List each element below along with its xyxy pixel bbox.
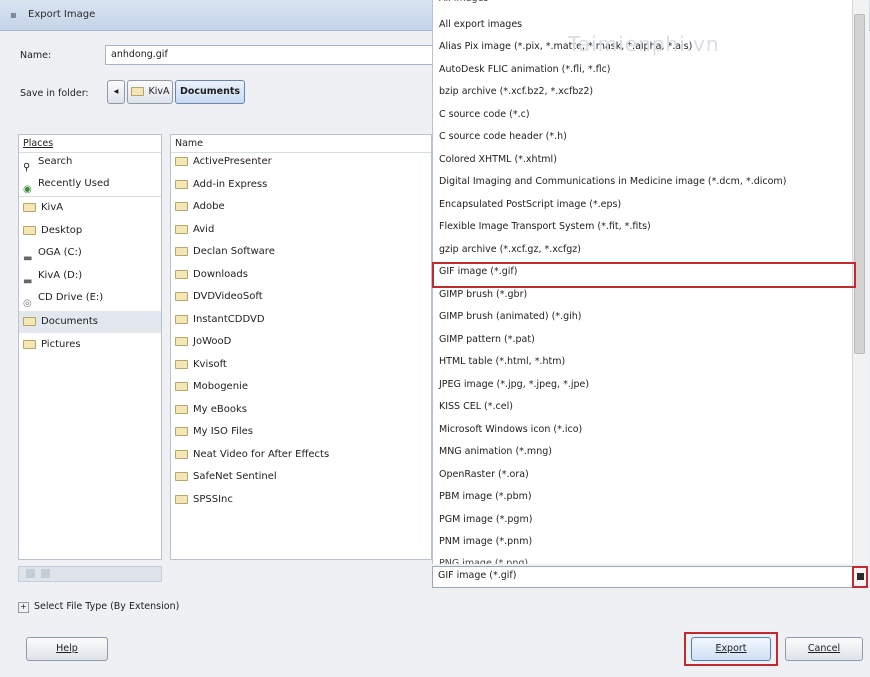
file-row[interactable]: My eBooks	[175, 399, 247, 421]
filetype-item[interactable]: Microsoft Windows icon (*.ico)	[439, 419, 582, 441]
place-item-desktop[interactable]: Desktop	[23, 220, 82, 242]
filetype-item[interactable]: GIMP pattern (*.pat)	[439, 329, 535, 351]
filetype-item-partial[interactable]: All images	[439, 0, 488, 10]
window-title: Export Image	[28, 9, 96, 20]
filetype-item[interactable]: PGM image (*.pgm)	[439, 509, 532, 531]
file-row[interactable]: ActivePresenter	[175, 151, 272, 173]
add-bookmark-icon[interactable]	[26, 569, 35, 578]
breadcrumb-back-button[interactable]: ◂	[107, 80, 125, 104]
file-row[interactable]: Mobogenie	[175, 376, 248, 398]
filetype-item[interactable]: OpenRaster (*.ora)	[439, 464, 529, 486]
folder-icon	[175, 494, 188, 504]
bookmark-toolbar	[18, 566, 162, 582]
places-panel: Places ⚲ Search ◉ Recently Used KivA Deskt…	[18, 134, 162, 560]
drive-icon: ▬	[23, 252, 33, 264]
help-button[interactable]: Help	[26, 637, 108, 661]
drive-icon: ▬	[23, 275, 33, 287]
dropdown-scroll-thumb[interactable]	[854, 14, 865, 354]
file-row[interactable]: SPSSInc	[175, 489, 233, 511]
folder-icon	[175, 224, 188, 234]
file-row[interactable]: InstantCDDVD	[175, 309, 265, 331]
files-panel: Name ActivePresenter Add-in Express Adob…	[170, 134, 432, 560]
breadcrumb-kiva[interactable]: KivA	[127, 80, 173, 104]
clock-icon: ◉	[23, 183, 32, 195]
filename-input[interactable]: anhdong.gif	[105, 45, 435, 65]
name-label: Name:	[20, 50, 52, 61]
file-row[interactable]: JoWooD	[175, 331, 231, 353]
remove-bookmark-icon[interactable]	[41, 569, 50, 578]
folder-icon	[175, 449, 188, 459]
folder-icon	[175, 404, 188, 414]
file-row[interactable]: SafeNet Sentinel	[175, 466, 277, 488]
folder-icon	[175, 381, 188, 391]
file-row[interactable]: Add-in Express	[175, 174, 267, 196]
combobox-toggle-button[interactable]	[852, 566, 868, 588]
folder-icon	[23, 339, 36, 349]
place-item-pictures[interactable]: Pictures	[23, 334, 81, 356]
filetype-item[interactable]: C source code (*.c)	[439, 104, 530, 126]
file-row[interactable]: DVDVideoSoft	[175, 286, 263, 308]
place-item-documents[interactable]: Documents	[19, 311, 161, 333]
place-item-kiva[interactable]: KivA	[23, 197, 63, 219]
folder-icon	[175, 246, 188, 256]
breadcrumb-documents[interactable]: Documents	[175, 80, 245, 104]
file-row[interactable]: Declan Software	[175, 241, 275, 263]
folder-icon	[23, 225, 36, 235]
filetype-item-partial[interactable]: PNG image (*.png)	[439, 553, 528, 564]
filetype-item[interactable]: AutoDesk FLIC animation (*.fli, *.flc)	[439, 59, 611, 81]
file-row[interactable]: Downloads	[175, 264, 248, 286]
file-type-combobox[interactable]: GIF image (*.gif)	[432, 566, 856, 588]
file-row[interactable]: Neat Video for After Effects	[175, 444, 329, 466]
cancel-button[interactable]: Cancel	[785, 637, 863, 661]
folder-icon	[23, 202, 36, 212]
folder-icon	[175, 471, 188, 481]
filetype-item[interactable]: Flexible Image Transport System (*.fit, …	[439, 216, 651, 238]
folder-icon	[175, 201, 188, 211]
folder-icon	[175, 359, 188, 369]
folder-icon	[175, 269, 188, 279]
filetype-item[interactable]: Digital Imaging and Communications in Me…	[439, 171, 786, 193]
window-icon: ▪	[10, 10, 17, 21]
chevron-down-icon	[857, 573, 864, 580]
folder-icon	[175, 314, 188, 324]
filetype-item[interactable]: HTML table (*.html, *.htm)	[439, 351, 565, 373]
file-row[interactable]: Kvisoft	[175, 354, 227, 376]
file-row[interactable]: My ISO Files	[175, 421, 253, 443]
folder-icon	[175, 336, 188, 346]
filetype-item[interactable]: JPEG image (*.jpg, *.jpeg, *.jpe)	[439, 374, 589, 396]
search-icon: ⚲	[23, 161, 31, 173]
filetype-item[interactable]: PBM image (*.pbm)	[439, 486, 532, 508]
filetype-item[interactable]: MNG animation (*.mng)	[439, 441, 552, 463]
save-in-folder-label: Save in folder:	[20, 88, 89, 99]
filetype-item[interactable]: PNM image (*.pnm)	[439, 531, 532, 553]
folder-icon	[175, 291, 188, 301]
place-item-cd-drive[interactable]: ◎ CD Drive (E:)	[23, 287, 103, 309]
filetype-item[interactable]: gzip archive (*.xcf.gz, *.xcfgz)	[439, 239, 581, 261]
select-file-type-expander[interactable]: + Select File Type (By Extension)	[18, 601, 179, 613]
place-item-search[interactable]: ⚲ Search	[23, 151, 72, 173]
folder-icon	[175, 156, 188, 166]
filetype-item[interactable]: GIMP brush (animated) (*.gih)	[439, 306, 582, 328]
place-item-recently-used[interactable]: ◉ Recently Used	[23, 173, 109, 195]
cd-icon: ◎	[23, 297, 32, 309]
filetype-item[interactable]: All export images	[439, 14, 522, 36]
watermark-text: Taimienphi.vn	[568, 32, 720, 56]
filetype-item[interactable]: Encapsulated PostScript image (*.eps)	[439, 194, 621, 216]
place-item-oga-c[interactable]: ▬ OGA (C:)	[23, 242, 82, 264]
filetype-item[interactable]: Colored XHTML (*.xhtml)	[439, 149, 557, 171]
filetype-item[interactable]: C source code header (*.h)	[439, 126, 567, 148]
filetype-item[interactable]: bzip archive (*.xcf.bz2, *.xcfbz2)	[439, 81, 593, 103]
folder-icon	[175, 426, 188, 436]
folder-icon	[23, 316, 36, 326]
file-row[interactable]: Adobe	[175, 196, 225, 218]
filetype-item[interactable]: KISS CEL (*.cel)	[439, 396, 513, 418]
gif-highlight-box	[432, 262, 856, 288]
file-row[interactable]: Avid	[175, 219, 214, 241]
folder-icon	[130, 87, 144, 96]
export-button[interactable]: Export	[691, 637, 771, 661]
expander-plus-icon: +	[18, 602, 29, 613]
folder-icon	[175, 179, 188, 189]
place-item-kiva-d[interactable]: ▬ KivA (D:)	[23, 265, 82, 287]
